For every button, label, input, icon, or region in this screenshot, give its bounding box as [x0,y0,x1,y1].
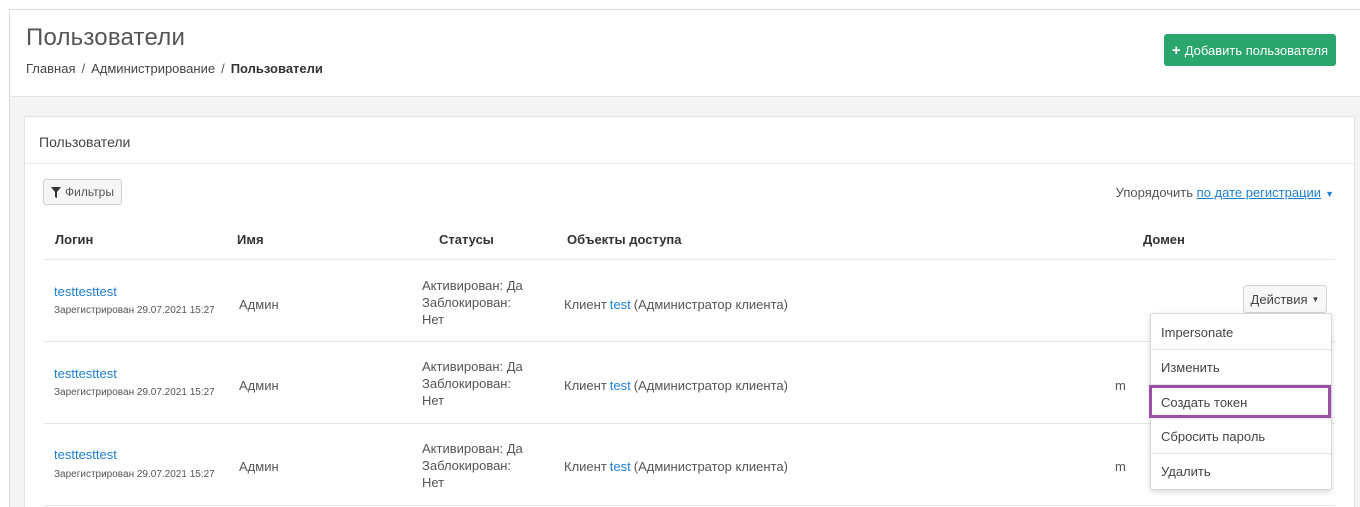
user-domain: m [1115,378,1126,393]
column-header-domain: Домен [1143,232,1185,247]
user-name: Админ [239,297,279,312]
sort-link[interactable]: по дате регистрации [1197,185,1321,200]
page-title: Пользователи [26,24,186,51]
user-domain: m [1115,459,1126,474]
status-activated: Активирован: Да [422,441,523,456]
registration-date: Зарегистрирован 29.07.2021 15:27 [54,469,215,480]
column-header-statuses: Статусы [439,232,494,247]
page-header: Пользователи Главная / Администрирование / П… [9,9,1360,97]
breadcrumb: Главная / Администрирование / Пользователи [26,61,323,76]
user-login-link[interactable]: testtesttest [54,366,117,381]
plus-icon: + [1171,41,1181,59]
status-blocked: Заблокирован: Нет [422,295,512,327]
status-blocked: Заблокирован: Нет [422,458,512,490]
column-header-login: Логин [55,232,94,247]
row-divider [43,259,1335,260]
breadcrumb-current: Пользователи [230,61,323,76]
sort-control: Упорядочить по дате регистрации ▼ [1116,185,1334,200]
row-divider [43,423,1335,424]
access-role: (Администратор клиента) [633,459,788,474]
filters-button[interactable]: Фильтры [43,179,122,205]
add-user-button[interactable]: + Добавить пользователя [1164,34,1336,66]
chevron-down-icon: ▼ [1311,294,1320,304]
access-role: (Администратор клиента) [633,378,788,393]
user-login-link[interactable]: testtesttest [54,284,117,299]
access-role: (Администратор клиента) [633,297,788,312]
menu-item-impersonate[interactable]: Impersonate [1151,315,1331,349]
user-name: Админ [239,459,279,474]
user-status: Активирован: Да Заблокирован: Нет [422,358,532,409]
menu-item-reset-password[interactable]: Сбросить пароль [1151,419,1331,453]
highlight-frame [1149,385,1331,418]
registration-date: Зарегистрирован 29.07.2021 15:27 [54,305,215,316]
divider [25,163,1354,164]
menu-item-delete[interactable]: Удалить [1151,454,1331,488]
column-header-name: Имя [237,232,264,247]
row-divider [43,341,1335,342]
breadcrumb-home[interactable]: Главная [26,61,75,76]
card-title: Пользователи [39,134,131,150]
registration-date: Зарегистрирован 29.07.2021 15:27 [54,387,215,398]
client-link[interactable]: test [610,378,631,393]
access-objects: Клиент test (Администратор клиента) [564,297,788,312]
access-prefix: Клиент [564,297,607,312]
access-prefix: Клиент [564,378,607,393]
actions-button-label: Действия [1250,291,1308,307]
add-user-button-label: Добавить пользователя [1184,42,1329,58]
column-header-access: Объекты доступа [567,232,682,247]
user-status: Активирован: Да Заблокирован: Нет [422,277,532,328]
user-login-link[interactable]: testtesttest [54,447,117,462]
user-name: Админ [239,378,279,393]
client-link[interactable]: test [610,459,631,474]
access-objects: Клиент test (Администратор клиента) [564,378,788,393]
status-blocked: Заблокирован: Нет [422,376,512,408]
chevron-down-icon[interactable]: ▼ [1325,189,1334,199]
status-activated: Активирован: Да [422,278,523,293]
breadcrumb-separator: / [221,61,225,76]
filter-icon [51,186,61,198]
menu-item-edit[interactable]: Изменить [1151,350,1331,384]
client-link[interactable]: test [610,297,631,312]
user-status: Активирован: Да Заблокирован: Нет [422,440,532,491]
access-prefix: Клиент [564,459,607,474]
sort-prefix: Упорядочить [1115,185,1194,200]
filters-button-label: Фильтры [65,185,114,199]
access-objects: Клиент test (Администратор клиента) [564,459,788,474]
breadcrumb-separator: / [81,61,86,76]
breadcrumb-administration[interactable]: Администрирование [91,61,215,76]
actions-dropdown-button[interactable]: Действия ▼ [1243,285,1327,313]
status-activated: Активирован: Да [422,359,523,374]
